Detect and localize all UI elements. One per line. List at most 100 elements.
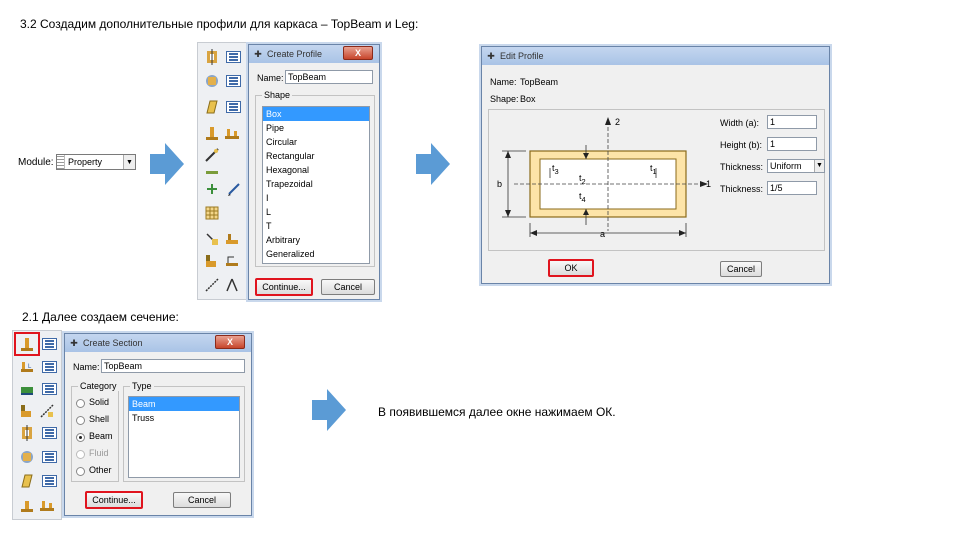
- create-section-icon[interactable]: [204, 73, 220, 89]
- edit-profile-titlebar[interactable]: ✚ Edit Profile: [482, 47, 829, 65]
- stringer-icon[interactable]: [224, 231, 240, 247]
- assignment-manager-icon[interactable]: [42, 383, 57, 395]
- dialog-title: Create Section: [83, 338, 143, 348]
- app-icon: ✚: [487, 51, 495, 61]
- chevron-down-icon[interactable]: ▼: [123, 155, 135, 169]
- axis-2-label: 2: [615, 117, 621, 127]
- create-material-icon[interactable]: [204, 49, 220, 65]
- close-button[interactable]: X: [215, 335, 245, 349]
- width-input[interactable]: 1: [767, 115, 817, 129]
- beam-section-orientation-icon[interactable]: [224, 253, 240, 269]
- category-beam-radio[interactable]: [76, 433, 85, 442]
- thickness-input[interactable]: 1/5: [767, 181, 817, 195]
- type-item-truss[interactable]: Truss: [129, 411, 239, 425]
- category-group: Category Solid Shell Beam Fluid Other: [71, 381, 119, 482]
- profile-manager-icon[interactable]: [42, 338, 57, 350]
- type-group-title: Type: [130, 381, 154, 391]
- profile-group-icon[interactable]: [39, 497, 55, 513]
- section-manager-icon[interactable]: [42, 361, 57, 373]
- width-label: Width (a):: [720, 118, 760, 128]
- add-icon[interactable]: [204, 181, 220, 197]
- height-label: Height (b):: [720, 140, 763, 150]
- close-button[interactable]: X: [343, 46, 373, 60]
- profile-group-icon[interactable]: [224, 125, 240, 141]
- shape-value: Box: [520, 94, 536, 104]
- category-shell-radio[interactable]: [76, 416, 85, 425]
- assign-section-icon[interactable]: [204, 99, 220, 115]
- pen-icon[interactable]: [226, 181, 242, 197]
- height-input[interactable]: 1: [767, 137, 817, 151]
- category-other-radio[interactable]: [76, 467, 85, 476]
- skin-icon[interactable]: [204, 231, 220, 247]
- module-value: Property: [68, 157, 103, 167]
- category-beam-label: Beam: [89, 431, 113, 441]
- beam-section-icon[interactable]: L: [19, 359, 35, 375]
- cancel-button[interactable]: Cancel: [720, 261, 762, 277]
- category-shell-label: Shell: [89, 414, 110, 424]
- category-solid-label: Solid: [89, 397, 110, 407]
- beam-tangent-icon[interactable]: [204, 161, 220, 177]
- type-item-beam[interactable]: Beam: [129, 397, 239, 411]
- dialog-title: Edit Profile: [500, 51, 544, 61]
- dim-a-label: a: [600, 229, 606, 239]
- shape-group: Shape Box Pipe Circular Rectangular Hexa…: [255, 90, 375, 267]
- assignment-manager-icon[interactable]: [226, 101, 241, 113]
- continue-button[interactable]: Continue...: [85, 491, 143, 509]
- assign-normal-icon[interactable]: [204, 277, 220, 293]
- section-orientation-icon[interactable]: [39, 403, 55, 419]
- assignment-manager-icon[interactable]: [42, 475, 57, 487]
- cancel-button[interactable]: Cancel: [321, 279, 375, 295]
- property-toolbar: [197, 42, 247, 300]
- shape-item-hexagonal[interactable]: Hexagonal: [263, 163, 369, 177]
- continue-button[interactable]: Continue...: [255, 278, 313, 296]
- thickness-mode-select[interactable]: Uniform ▼: [767, 159, 825, 173]
- type-list[interactable]: Beam Truss: [128, 396, 240, 478]
- ok-button[interactable]: OK: [548, 259, 594, 277]
- create-profile-icon[interactable]: [204, 125, 220, 141]
- shape-item-box[interactable]: Box: [263, 107, 369, 121]
- type-group: Type Beam Truss: [123, 381, 245, 482]
- create-section-icon[interactable]: [19, 449, 35, 465]
- section-toolbar: L: [12, 330, 62, 520]
- module-combo[interactable]: Property ▼: [56, 154, 136, 170]
- assign-section-icon[interactable]: [19, 381, 35, 397]
- t4-label: t4: [579, 191, 586, 204]
- shape-item-circular[interactable]: Circular: [263, 135, 369, 149]
- shape-item-arbitrary[interactable]: Arbitrary: [263, 233, 369, 247]
- shape-item-rectangular[interactable]: Rectangular: [263, 149, 369, 163]
- material-manager-icon[interactable]: [226, 51, 241, 63]
- name-input[interactable]: TopBeam: [101, 359, 245, 373]
- special-section-icon[interactable]: [204, 253, 220, 269]
- t2-subscript: 2: [581, 176, 586, 186]
- create-material-icon[interactable]: [19, 425, 35, 441]
- app-icon: ✚: [70, 338, 78, 348]
- create-profile-icon[interactable]: [19, 336, 35, 352]
- grid-icon[interactable]: [204, 205, 220, 221]
- shape-item-pipe[interactable]: Pipe: [263, 121, 369, 135]
- step-3-2-caption: 3.2 Создадим дополнительные профили для …: [20, 17, 419, 31]
- dialog-title: Create Profile: [267, 49, 323, 59]
- orientation-icon[interactable]: [19, 403, 35, 419]
- shape-item-generalized[interactable]: Generalized: [263, 247, 369, 261]
- profile-icon[interactable]: [19, 497, 35, 513]
- shape-list[interactable]: Box Pipe Circular Rectangular Hexagonal …: [262, 106, 370, 264]
- section-manager-icon[interactable]: [226, 75, 241, 87]
- final-note-caption: В появившемся далее окне нажимаем ОК.: [378, 405, 616, 419]
- shape-item-t[interactable]: T: [263, 219, 369, 233]
- module-label: Module:: [18, 157, 54, 168]
- category-solid-radio[interactable]: [76, 399, 85, 408]
- chevron-down-icon[interactable]: ▼: [814, 160, 824, 172]
- category-other-label: Other: [89, 465, 112, 475]
- thickness-label: Thickness:: [720, 184, 764, 194]
- shape-item-trapezoidal[interactable]: Trapezoidal: [263, 177, 369, 191]
- section-manager-icon[interactable]: [42, 451, 57, 463]
- shape-item-l[interactable]: L: [263, 205, 369, 219]
- shape-item-i[interactable]: I: [263, 191, 369, 205]
- t3-subscript: 3: [554, 166, 559, 176]
- material-manager-icon[interactable]: [42, 427, 57, 439]
- cancel-button[interactable]: Cancel: [173, 492, 231, 508]
- assign-section-icon[interactable]: [19, 473, 35, 489]
- arrow-right-icon: [150, 143, 184, 185]
- tangent-icon[interactable]: [224, 277, 240, 293]
- name-input[interactable]: TopBeam: [285, 70, 373, 84]
